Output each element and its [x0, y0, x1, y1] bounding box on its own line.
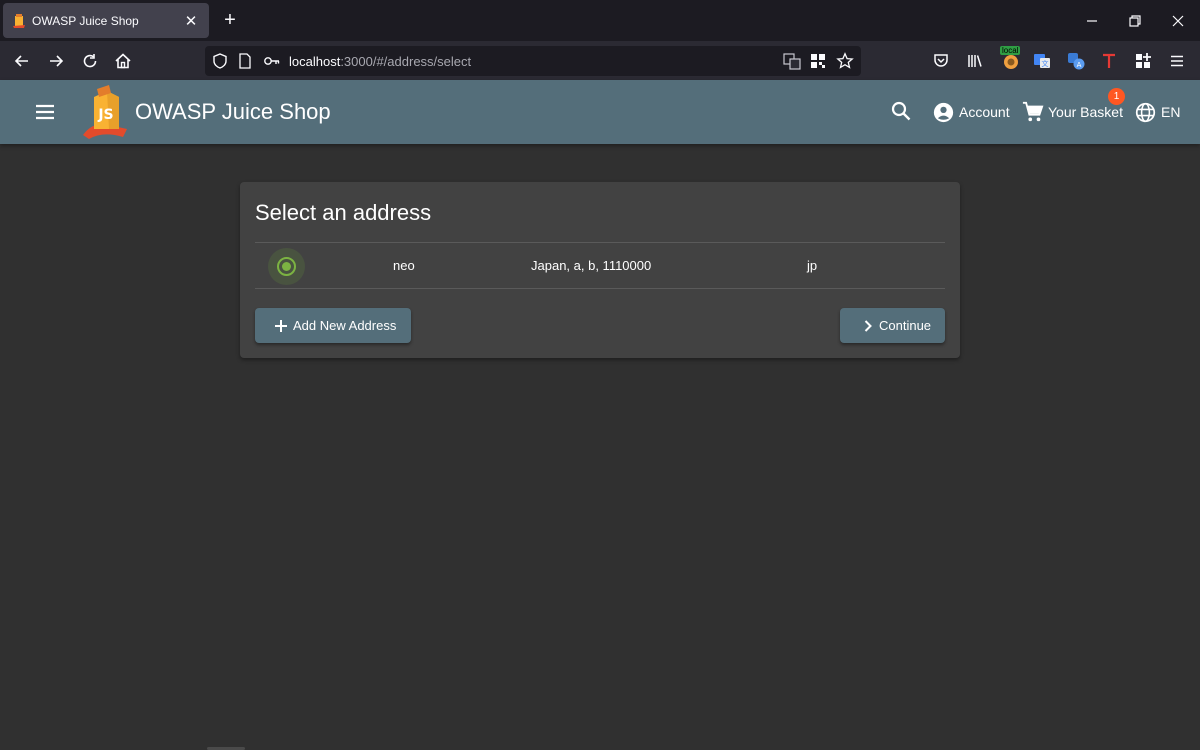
library-icon[interactable] [965, 51, 985, 71]
language-button[interactable]: EN [1135, 100, 1180, 124]
basket-button[interactable]: Your Basket [1022, 100, 1123, 124]
address-name-cell: neo [393, 258, 415, 273]
new-tab-icon[interactable]: + [220, 10, 240, 30]
local-extension-badge: local [1000, 46, 1021, 55]
translate-extension-icon[interactable]: A [1066, 51, 1086, 71]
home-icon[interactable] [113, 51, 133, 71]
juice-shop-logo[interactable]: JS [83, 85, 131, 139]
svg-text:A: A [1077, 61, 1082, 69]
juice-shop-favicon-icon [13, 13, 25, 28]
shield-icon[interactable] [211, 52, 229, 70]
search-icon[interactable] [890, 100, 912, 122]
page-icon[interactable] [237, 52, 253, 70]
qr-code-icon[interactable] [810, 53, 826, 69]
account-label: Account [959, 104, 1010, 120]
add-new-address-label: Add New Address [293, 318, 397, 333]
app-title[interactable]: OWASP Juice Shop [135, 99, 331, 125]
t-extension-icon[interactable] [1099, 51, 1119, 71]
forward-arrow-icon[interactable] [46, 51, 66, 71]
account-button[interactable]: Account [933, 100, 1010, 124]
basket-label: Your Basket [1048, 104, 1123, 120]
url-text[interactable]: localhost:3000/#/address/select [289, 54, 471, 69]
shopping-cart-icon [1022, 101, 1044, 122]
translate-page-icon[interactable] [783, 53, 801, 70]
globe-icon [1135, 102, 1156, 122]
continue-button[interactable]: Continue [840, 308, 945, 343]
app-toolbar: JS OWASP Juice Shop Account Your Basket … [0, 80, 1200, 144]
address-row[interactable]: neo Japan, a, b, 1110000 jp [255, 242, 945, 289]
address-select-card: Select an address neo Japan, a, b, 11100… [240, 182, 960, 358]
card-heading: Select an address [255, 200, 432, 225]
continue-label: Continue [879, 318, 932, 333]
address-radio-button[interactable] [277, 257, 296, 276]
address-bar[interactable]: localhost:3000/#/address/select [205, 46, 861, 76]
sidenav-menu-icon[interactable] [33, 100, 57, 124]
back-arrow-icon[interactable] [12, 51, 32, 71]
browser-tab-strip: OWASP Juice Shop ✕ + [0, 0, 1200, 41]
url-host: localhost [289, 54, 341, 69]
basket-count-badge: 1 [1108, 88, 1125, 105]
extensions-grid-icon[interactable] [1133, 51, 1153, 71]
plus-icon [275, 319, 287, 332]
close-window-icon[interactable] [1169, 12, 1187, 30]
address-details-cell: Japan, a, b, 1110000 [531, 258, 652, 273]
add-new-address-button[interactable]: Add New Address [255, 308, 411, 343]
address-country-cell: jp [807, 258, 818, 273]
radio-checked-dot [282, 262, 291, 271]
url-path: :3000/#/address/select [340, 54, 472, 69]
browser-tab[interactable]: OWASP Juice Shop ✕ [3, 3, 209, 38]
local-extension[interactable]: local [999, 46, 1027, 73]
google-translate-icon[interactable]: 文 [1032, 51, 1052, 71]
tab-close-icon[interactable]: ✕ [183, 12, 199, 30]
language-label: EN [1161, 104, 1181, 120]
logo-text: JS [97, 107, 113, 123]
chevron-right-icon [864, 319, 872, 332]
account-circle-icon [933, 102, 954, 122]
browser-menu-icon[interactable] [1167, 51, 1187, 71]
bookmark-star-icon[interactable] [836, 52, 854, 70]
svg-text:文: 文 [1042, 59, 1049, 68]
tab-title: OWASP Juice Shop [32, 13, 139, 28]
reload-icon[interactable] [80, 51, 100, 71]
pocket-icon[interactable] [931, 51, 951, 71]
key-icon[interactable] [263, 53, 281, 69]
restore-window-icon[interactable] [1126, 12, 1144, 30]
browser-nav-bar: localhost:3000/#/address/select local 文 … [0, 41, 1200, 80]
minimize-window-icon[interactable] [1083, 12, 1101, 30]
